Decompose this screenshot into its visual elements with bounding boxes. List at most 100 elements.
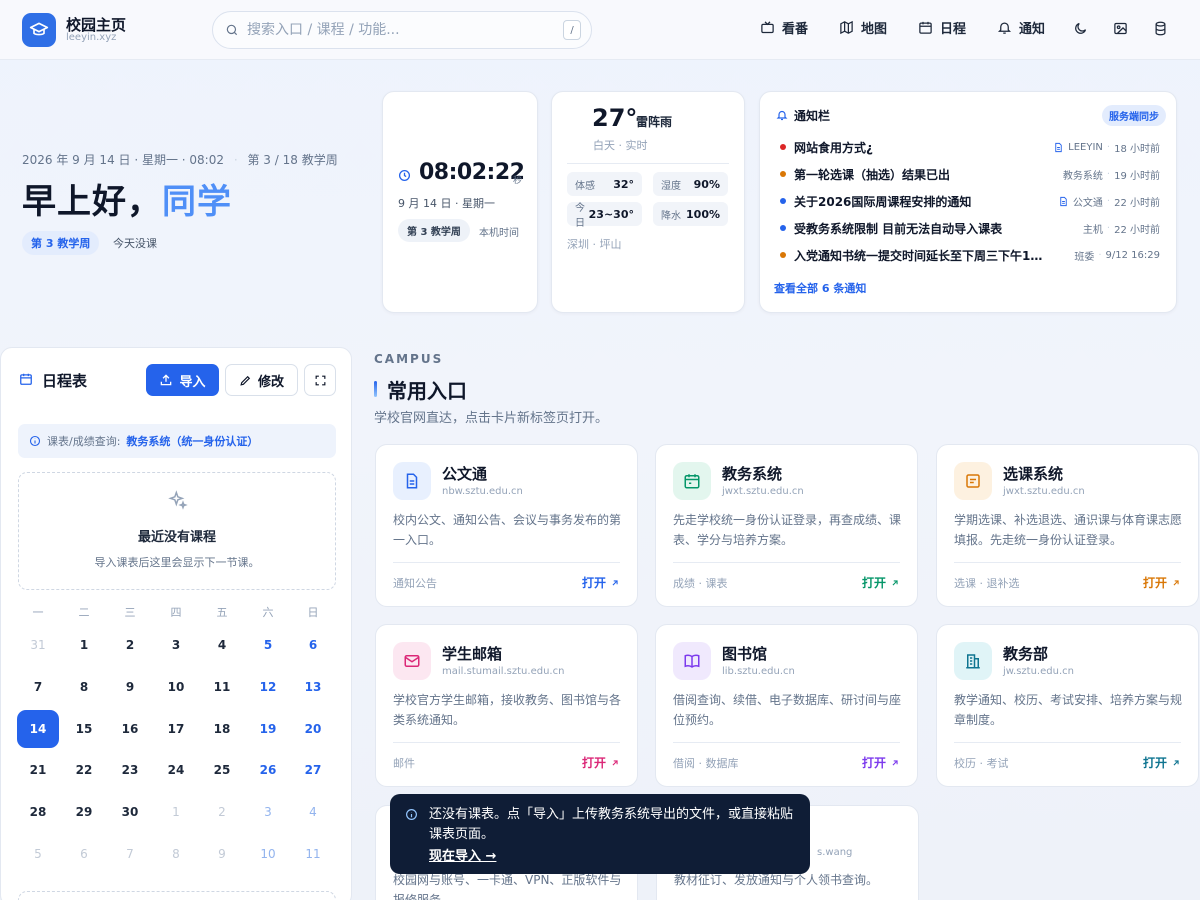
open-link[interactable]: 打开	[1143, 574, 1181, 591]
portal-card[interactable]: 教务系统 jwxt.sztu.edu.cn 先走学校统一身份认证登录，再查成绩、课表…	[655, 444, 918, 607]
portal-card[interactable]: 教务部 jw.sztu.edu.cn 教学通知、校历、考试安排、培养方案与规章制度。…	[936, 624, 1199, 787]
open-label: 打开	[1142, 576, 1167, 590]
nav-item-anime[interactable]: 看番	[760, 18, 808, 37]
calendar-day[interactable]: 27	[292, 751, 334, 789]
calendar-day[interactable]: 9	[109, 668, 151, 706]
calendar-day[interactable]: 6	[292, 626, 334, 664]
calendar-day[interactable]: 15	[63, 710, 105, 748]
portal-url: jwxt.sztu.edu.cn	[722, 486, 804, 497]
clock-icon	[398, 169, 411, 182]
open-link[interactable]: 打开	[862, 574, 900, 591]
logo[interactable]	[22, 13, 56, 47]
calendar-day[interactable]: 5	[17, 835, 59, 873]
calendar-day[interactable]: 11	[292, 835, 334, 873]
calendar-day[interactable]: 23	[109, 751, 151, 789]
search-input[interactable]	[247, 22, 547, 38]
import-now-link[interactable]: 现在导入 →	[429, 845, 496, 864]
fullscreen-button[interactable]	[304, 364, 336, 396]
nav-item-notifications[interactable]: 通知	[997, 18, 1045, 37]
open-label: 打开	[581, 576, 606, 590]
notice-item[interactable]: 网站食用方式¿ LEEYIN · 18 小时前	[780, 137, 1160, 157]
nav-item-map[interactable]: 地图	[839, 18, 887, 37]
calendar-day[interactable]: 11	[201, 668, 243, 706]
calendar-day[interactable]: 9	[201, 835, 243, 873]
notice-item[interactable]: 第一轮选课（抽选）结果已出 教务系统 · 19 小时前	[780, 164, 1160, 184]
expand-icon	[315, 375, 325, 385]
portal-tag: 成绩 · 课表	[673, 577, 728, 590]
calendar-day[interactable]: 8	[63, 668, 105, 706]
data-button[interactable]	[1153, 21, 1168, 36]
calendar-day[interactable]: 10	[155, 668, 197, 706]
calendar-day-today[interactable]: 14	[17, 710, 59, 748]
calendar-day[interactable]: 6	[63, 835, 105, 873]
notice-source: 主机	[1082, 225, 1103, 236]
section-kicker: CAMPUS	[374, 352, 444, 366]
open-link[interactable]: 打开	[582, 574, 620, 591]
calendar-day[interactable]: 21	[17, 751, 59, 789]
calendar-day[interactable]: 22	[63, 751, 105, 789]
edit-button[interactable]: 修改	[225, 364, 298, 396]
portal-url: s.wang	[817, 847, 853, 858]
calendar-day[interactable]: 1	[63, 626, 105, 664]
calendar-day[interactable]: 18	[201, 710, 243, 748]
portal-card[interactable]: 图书馆 lib.sztu.edu.cn 借阅查询、续借、电子数据库、研讨间与座位预约…	[655, 624, 918, 787]
calendar-day[interactable]: 8	[155, 835, 197, 873]
search-box[interactable]: /	[212, 11, 592, 49]
calendar-day[interactable]: 26	[247, 751, 289, 789]
notice-item[interactable]: 关于2026国际周课程安排的通知 公文通 · 22 小时前	[780, 191, 1160, 211]
notice-source: LEEYIN	[1068, 142, 1103, 153]
notice-time: 19 小时前	[1114, 171, 1160, 182]
calendar-day[interactable]: 25	[201, 751, 243, 789]
nav-item-schedule[interactable]: 日程	[918, 18, 966, 37]
calendar-day[interactable]: 30	[109, 793, 151, 831]
info-icon	[406, 809, 417, 820]
calendar-day[interactable]: 4	[292, 793, 334, 831]
portal-tag: 校历 · 考试	[954, 757, 1009, 770]
calendar-day[interactable]: 24	[155, 751, 197, 789]
calendar-day[interactable]: 7	[17, 668, 59, 706]
portal-card[interactable]: 学生邮箱 mail.stumail.sztu.edu.cn 学校官方学生邮箱，接收教…	[375, 624, 638, 787]
calendar-day[interactable]: 16	[109, 710, 151, 748]
calendar-day[interactable]: 20	[292, 710, 334, 748]
view-all-notices-link[interactable]: 查看全部 6 条通知	[774, 280, 866, 296]
calendar-day[interactable]: 12	[247, 668, 289, 706]
bell-icon	[997, 22, 1012, 34]
calendar-day[interactable]: 2	[201, 793, 243, 831]
wallpaper-button[interactable]	[1113, 21, 1128, 36]
divider	[567, 163, 729, 164]
open-link[interactable]: 打开	[1143, 754, 1181, 771]
theme-toggle-button[interactable]	[1073, 21, 1088, 36]
portal-desc: 学校官方学生邮箱，接收教务、图书馆与各类系统通知。	[393, 693, 622, 727]
portal-icon-tile	[673, 642, 711, 680]
divider	[393, 562, 620, 563]
portal-card[interactable]: 选课系统 jwxt.sztu.edu.cn 学期选课、补选退选、通识课与体育课志愿填…	[936, 444, 1199, 607]
calendar-day[interactable]: 19	[247, 710, 289, 748]
sync-badge: 服务端同步	[1102, 105, 1166, 126]
portal-card[interactable]: 公文通 nbw.sztu.edu.cn 校内公文、通知公告、会议与事务发布的第一入口…	[375, 444, 638, 607]
portal-desc: 先走学校统一身份认证登录，再查成绩、课表、学分与培养方案。	[673, 513, 902, 547]
calendar-day[interactable]: 13	[292, 668, 334, 706]
calendar-day[interactable]: 10	[247, 835, 289, 873]
stat-label: 今日	[575, 203, 585, 229]
notice-item[interactable]: 入党通知书统一提交时间延长至下周三下午1… 班委 · 9/12 16:29	[780, 245, 1160, 265]
calendar-day[interactable]: 3	[155, 626, 197, 664]
calendar-day[interactable]: 2	[109, 626, 151, 664]
import-button[interactable]: 导入	[146, 364, 219, 396]
notice-title: 通知栏	[794, 109, 831, 123]
calendar-day[interactable]: 28	[17, 793, 59, 831]
portal-desc: 教学通知、校历、考试安排、培养方案与规章制度。	[954, 693, 1183, 727]
open-link[interactable]: 打开	[582, 754, 620, 771]
notice-item[interactable]: 受教务系统限制 目前无法自动导入课表 主机 · 22 小时前	[780, 218, 1160, 238]
academic-system-link[interactable]: 教务系统（统一身份认证）	[126, 433, 258, 449]
calendar-day[interactable]: 17	[155, 710, 197, 748]
notice-time: 22 小时前	[1114, 198, 1160, 209]
calendar-day[interactable]: 31	[17, 626, 59, 664]
calendar-day[interactable]: 3	[247, 793, 289, 831]
calendar-day[interactable]: 5	[247, 626, 289, 664]
weekday-header: 三	[124, 606, 136, 619]
open-link[interactable]: 打开	[862, 754, 900, 771]
calendar-day[interactable]: 29	[63, 793, 105, 831]
calendar-day[interactable]: 7	[109, 835, 151, 873]
calendar-day[interactable]: 4	[201, 626, 243, 664]
calendar-day[interactable]: 1	[155, 793, 197, 831]
